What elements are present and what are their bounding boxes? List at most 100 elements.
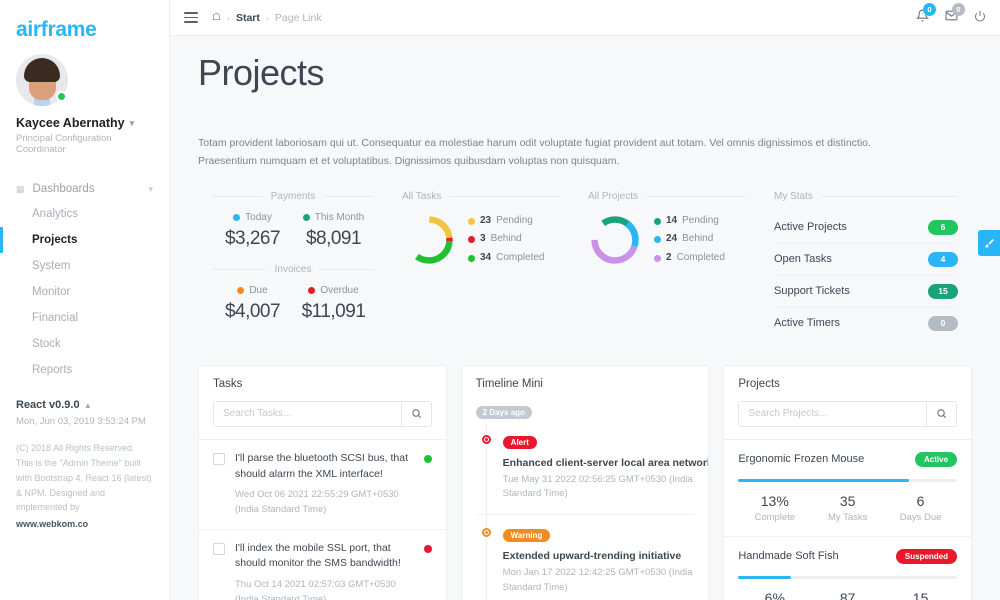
legend-item: 24Behind bbox=[654, 230, 725, 249]
projects-card-head: Projects bbox=[724, 366, 971, 427]
sidebar-item-label: System bbox=[32, 260, 70, 272]
tasks-card: Tasks I'll parse the bluetooth bbox=[198, 365, 447, 600]
stat-row-active-projects[interactable]: Active Projects 6 bbox=[774, 212, 958, 244]
legend-label: Completed bbox=[496, 249, 544, 268]
sidebar-item-label: Monitor bbox=[32, 286, 70, 298]
sidebar-item-stock[interactable]: Stock bbox=[0, 331, 169, 357]
invoice-label: Overdue bbox=[320, 285, 358, 296]
all-projects-title: All Projects bbox=[588, 191, 638, 202]
user-role: Principal Configuration Coordinator bbox=[16, 133, 153, 155]
timeline-item[interactable]: Alert Enhanced client-server local area … bbox=[476, 422, 695, 515]
task-date: Thu Oct 14 2021 02:57:03 GMT+0530 (India… bbox=[235, 578, 414, 600]
widgets-row: Payments Today $3,267 This Month $8,091 bbox=[198, 191, 972, 339]
task-row[interactable]: I'll index the mobile SSL port, that sho… bbox=[199, 530, 446, 600]
stat-row-open-tasks[interactable]: Open Tasks 4 bbox=[774, 244, 958, 276]
status-dot bbox=[233, 214, 240, 221]
stat-row-active-timers[interactable]: Active Timers 0 bbox=[774, 308, 958, 339]
project-stat-daysdue: 6 Days Due bbox=[884, 493, 957, 523]
invoice-label: Due bbox=[249, 285, 267, 296]
brand-text: airframe bbox=[16, 18, 169, 42]
sidebar-item-label: Projects bbox=[32, 234, 77, 246]
task-row[interactable]: I'll parse the bluetooth SCSI bus, that … bbox=[199, 440, 446, 530]
tasks-card-title: Tasks bbox=[213, 378, 432, 390]
projects-list: Ergonomic Frozen Mouse Active 13% Comple… bbox=[724, 439, 971, 600]
project-row[interactable]: Handmade Soft Fish Suspended 6% Complete bbox=[724, 537, 971, 600]
project-stat-daysdue: 15 Days Due bbox=[884, 590, 957, 600]
sidebar-item-label: Financial bbox=[32, 312, 78, 324]
stat-label: Open Tasks bbox=[774, 253, 832, 265]
power-icon[interactable] bbox=[974, 9, 986, 27]
breadcrumb-start[interactable]: Start bbox=[236, 12, 260, 24]
all-projects-chart-row: 14Pending 24Behind 2Completed bbox=[588, 212, 746, 268]
tasks-card-head: Tasks bbox=[199, 366, 446, 427]
task-checkbox[interactable] bbox=[213, 453, 225, 465]
version-row[interactable]: React v0.9.0 ▴ bbox=[16, 399, 153, 411]
user-name: Kaycee Abernathy bbox=[16, 116, 125, 130]
timeline-badge: Warning bbox=[503, 529, 551, 542]
paintbrush-icon bbox=[984, 238, 995, 249]
search-tasks-input[interactable] bbox=[214, 402, 401, 426]
projects-search-button[interactable] bbox=[926, 402, 956, 426]
theme-settings-tab[interactable] bbox=[978, 230, 1000, 256]
sidebar-item-reports[interactable]: Reports bbox=[0, 357, 169, 383]
timeline-title: Extended upward-trending initiative bbox=[503, 550, 695, 562]
all-projects-title-row: All Projects bbox=[588, 191, 746, 202]
project-complete-value: 13% bbox=[738, 493, 811, 509]
task-date: Wed Oct 06 2021 22:55:29 GMT+0530 (India… bbox=[235, 488, 414, 517]
task-title: I'll index the mobile SSL port, that sho… bbox=[235, 541, 414, 573]
version-section: React v0.9.0 ▴ Mon, Jun 03, 2019 3:53:24… bbox=[0, 399, 169, 427]
status-badge: 4 bbox=[928, 252, 958, 267]
avatar-wrap bbox=[16, 54, 68, 106]
project-stat-mytasks: 87 My Tasks bbox=[811, 590, 884, 600]
timeline-card-head: Timeline Mini bbox=[462, 366, 709, 390]
timeline-item[interactable]: Warning Extended upward-trending initiat… bbox=[476, 515, 695, 600]
hamburger-icon[interactable] bbox=[184, 9, 198, 26]
status-badge: 6 bbox=[928, 220, 958, 235]
timeline-date: Mon Jan 17 2022 12:42:25 GMT+0530 (India… bbox=[503, 566, 695, 595]
sidebar-item-projects[interactable]: Projects bbox=[0, 227, 169, 253]
all-projects-legend: 14Pending 24Behind 2Completed bbox=[654, 212, 725, 268]
home-icon[interactable]: ☖ bbox=[212, 12, 221, 23]
payments-title: Payments bbox=[271, 191, 315, 202]
sidebar-item-label: Stock bbox=[32, 338, 61, 350]
notifications-button[interactable]: 0 bbox=[916, 9, 929, 27]
version-date: Mon, Jun 03, 2019 3:53:24 PM bbox=[16, 416, 153, 427]
project-stat-mytasks: 35 My Tasks bbox=[811, 493, 884, 523]
sidebar-item-financial[interactable]: Financial bbox=[0, 305, 169, 331]
all-tasks-donut-chart bbox=[402, 213, 456, 267]
projects-search-box bbox=[738, 401, 957, 427]
legend-value: 24 bbox=[666, 230, 677, 249]
project-name: Handmade Soft Fish bbox=[738, 550, 838, 562]
sidebar-item-monitor[interactable]: Monitor bbox=[0, 279, 169, 305]
online-status-dot bbox=[56, 91, 67, 102]
timeline-card: Timeline Mini 2 Days ago Alert Enhanced … bbox=[461, 365, 710, 600]
notifications-badge: 0 bbox=[923, 3, 936, 16]
cards-row: Tasks I'll parse the bluetooth bbox=[198, 365, 972, 600]
task-checkbox[interactable] bbox=[213, 543, 225, 555]
sidebar-item-system[interactable]: System bbox=[0, 253, 169, 279]
page-description: Totam provident laboriosam qui ut. Conse… bbox=[198, 134, 920, 171]
status-dot bbox=[303, 214, 310, 221]
sidebar-item-analytics[interactable]: Analytics bbox=[0, 201, 169, 227]
stat-row-support-tickets[interactable]: Support Tickets 15 bbox=[774, 276, 958, 308]
invoices-title: Invoices bbox=[275, 264, 312, 275]
project-row[interactable]: Ergonomic Frozen Mouse Active 13% Comple… bbox=[724, 440, 971, 537]
project-stat-complete: 13% Complete bbox=[738, 493, 811, 523]
project-mytasks-value: 87 bbox=[811, 590, 884, 600]
search-projects-input[interactable] bbox=[739, 402, 926, 426]
webkom-link[interactable]: www.webkom.co bbox=[16, 517, 153, 532]
brand-logo[interactable]: airframe bbox=[0, 0, 169, 52]
messages-button[interactable]: 0 bbox=[945, 9, 958, 27]
grid-icon: ▦ bbox=[16, 184, 25, 195]
stat-label: Active Projects bbox=[774, 221, 847, 233]
user-profile[interactable]: Kaycee Abernathy ▾ Principal Configurati… bbox=[0, 52, 169, 155]
legend-item: 2Completed bbox=[654, 249, 725, 268]
copyright-text: (C) 2018 All Rights Reserved. This is th… bbox=[16, 443, 152, 512]
tasks-search-button[interactable] bbox=[401, 402, 431, 426]
sidebar-group-dashboards[interactable]: ▦ Dashboards ▾ bbox=[0, 177, 169, 201]
sidebar-item-label: Analytics bbox=[32, 208, 78, 220]
all-tasks-title-row: All Tasks bbox=[402, 191, 560, 202]
my-stats-title: My Stats bbox=[774, 191, 813, 202]
status-badge: 15 bbox=[928, 284, 958, 299]
user-name-row[interactable]: Kaycee Abernathy ▾ bbox=[16, 116, 153, 130]
